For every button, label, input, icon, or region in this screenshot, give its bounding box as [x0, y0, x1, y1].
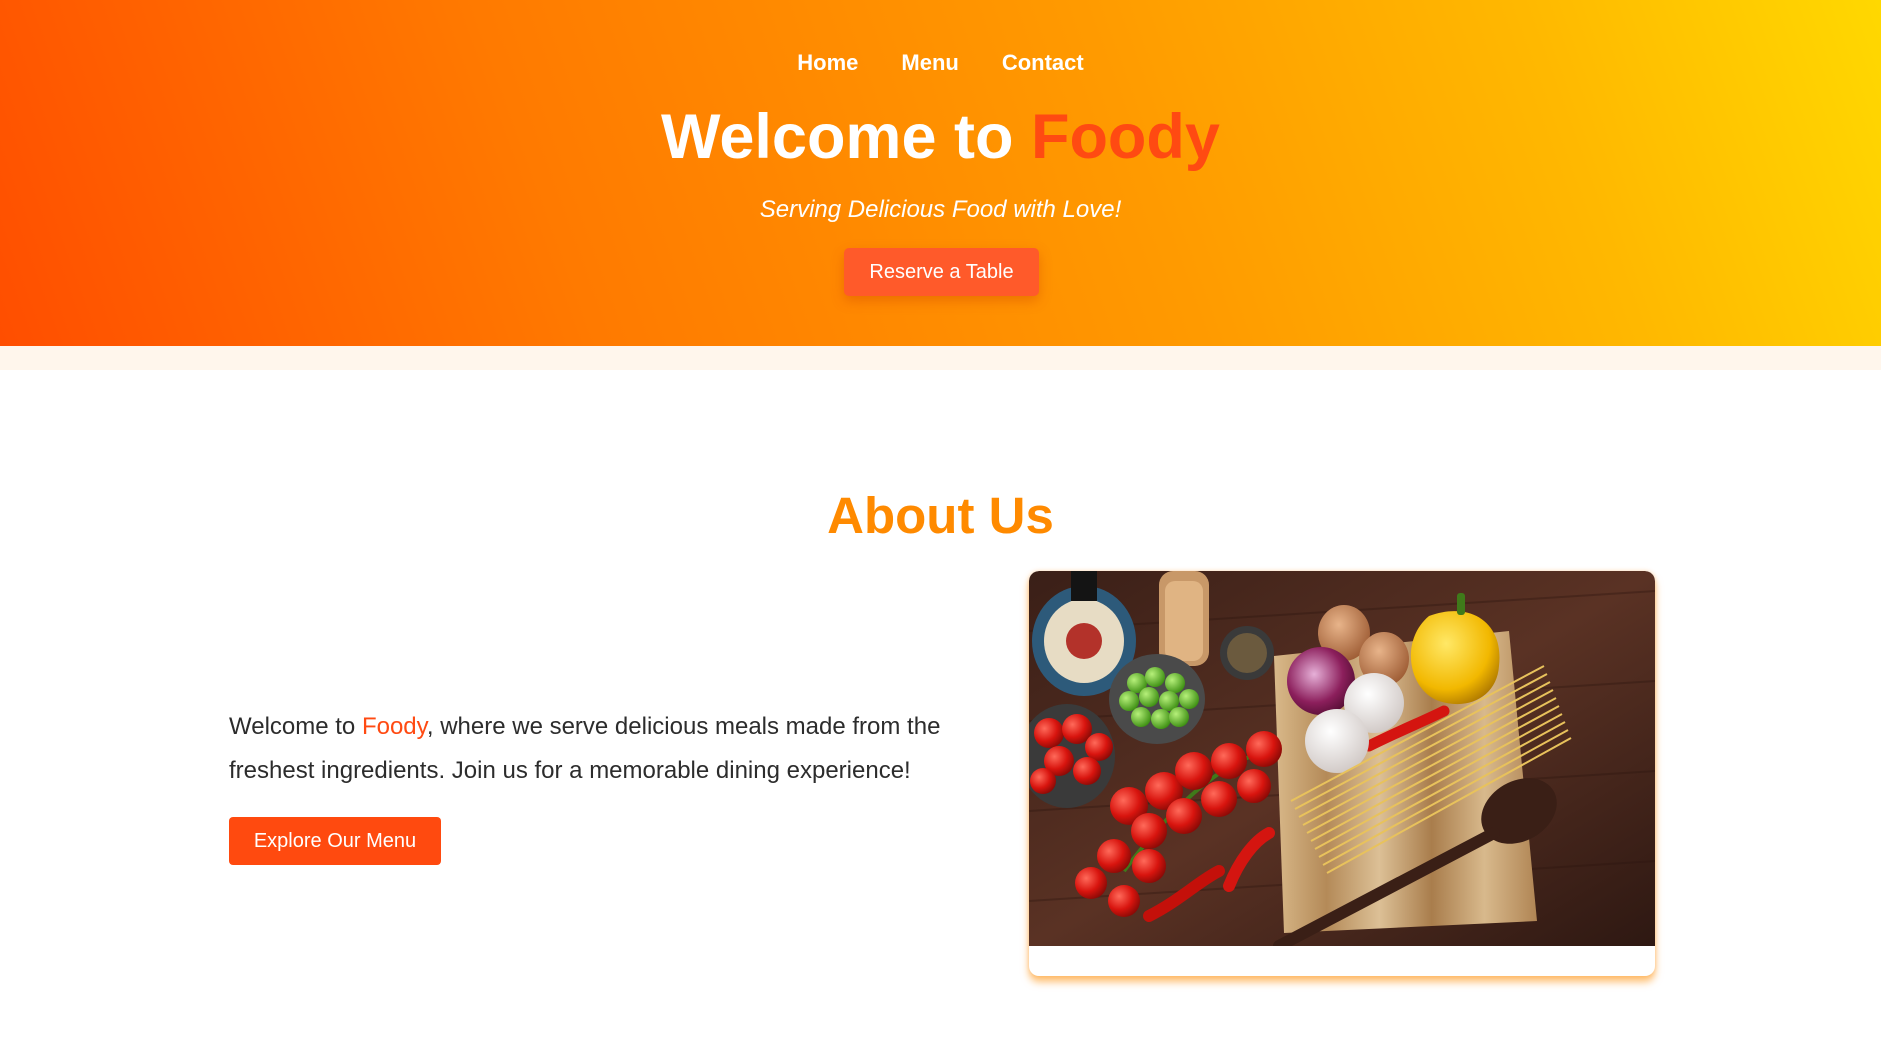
- about-heading: About Us: [827, 487, 1054, 544]
- hero-tagline: Serving Delicious Food with Love!: [759, 196, 1122, 223]
- reserve-table-button[interactable]: Reserve a Table: [844, 248, 1039, 296]
- nav-contact-link[interactable]: Contact: [1002, 50, 1084, 76]
- about-description: Welcome to Foody, where we serve delicio…: [229, 705, 969, 793]
- about-photo-card: [1029, 571, 1655, 976]
- food-ingredients-image: [1029, 571, 1655, 946]
- explore-menu-button[interactable]: Explore Our Menu: [229, 817, 441, 865]
- main-nav: Home Menu Contact: [0, 50, 1881, 76]
- hero-header: Home Menu Contact Welcome to Foody Servi…: [0, 0, 1881, 346]
- nav-menu-link[interactable]: Menu: [901, 50, 958, 76]
- hero-title-prefix: Welcome to: [661, 102, 1031, 172]
- about-text-prefix: Welcome to: [229, 713, 362, 740]
- nav-home-link[interactable]: Home: [797, 50, 858, 76]
- hero-divider-strip: [0, 346, 1881, 370]
- hero-title: Welcome to Foody: [0, 101, 1881, 173]
- hero-title-brand: Foody: [1030, 102, 1220, 172]
- about-text-brand: Foody: [361, 713, 427, 740]
